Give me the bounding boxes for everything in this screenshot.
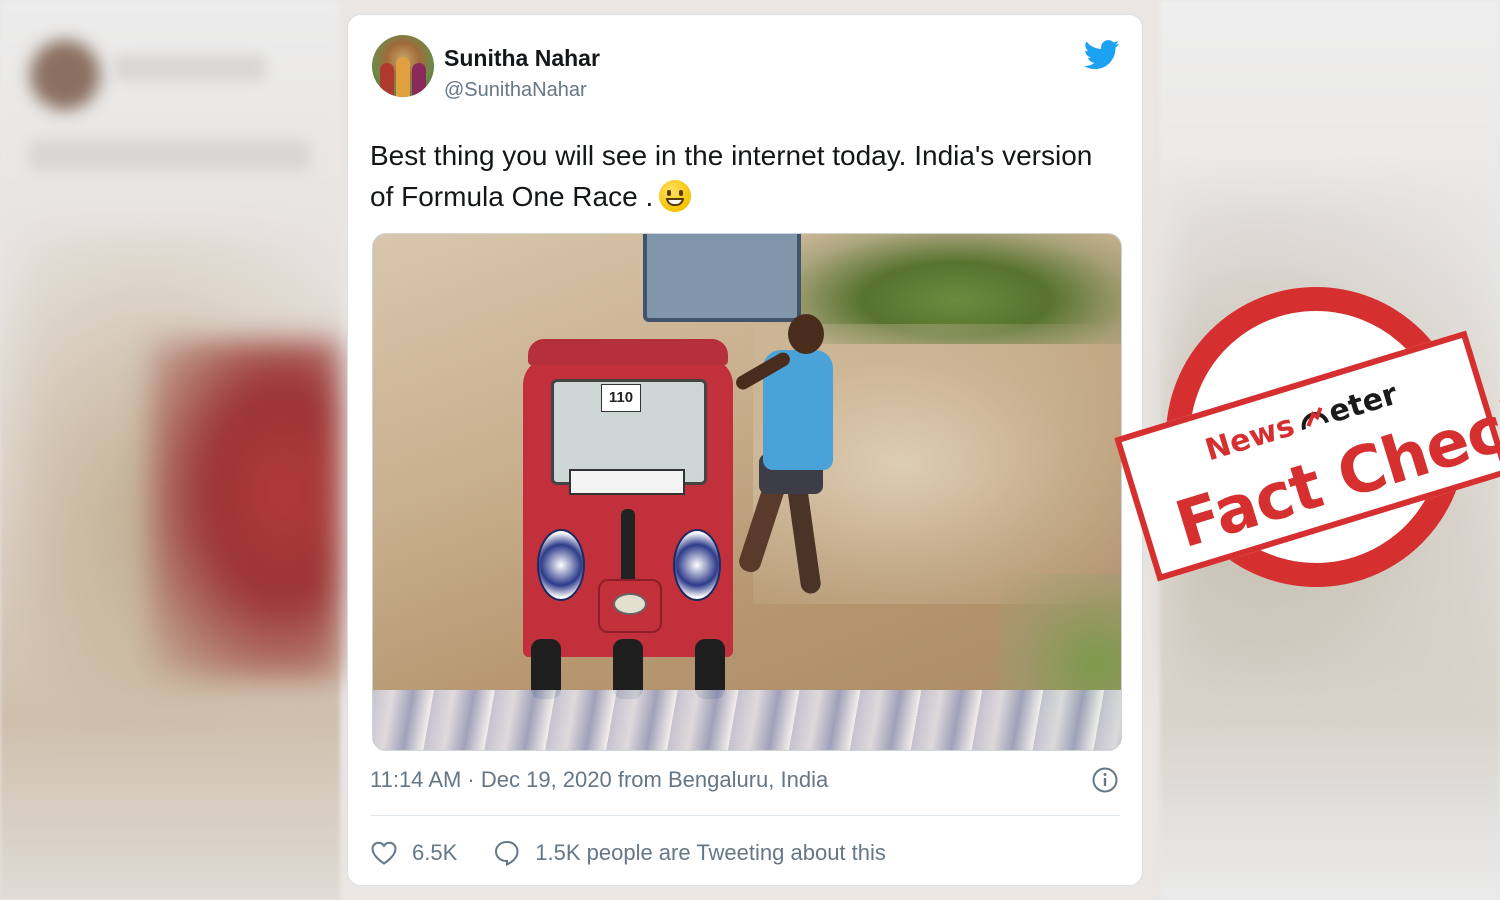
media-barrier-tape <box>373 690 1121 750</box>
tweet-timestamp[interactable]: 11:14 AM · Dec 19, 2020 from Bengaluru, … <box>370 767 828 793</box>
tweet-text: Best thing you will see in the internet … <box>370 135 1110 217</box>
like-count: 6.5K <box>412 840 458 865</box>
tweet-text-line-2-text: of Formula One Race . <box>370 181 654 212</box>
heart-icon <box>371 841 397 865</box>
fact-check-stamp: Newseter Fact Check <box>1114 285 1500 605</box>
blurred-auto-rickshaw <box>150 340 340 680</box>
meter-gauge-icon <box>1295 400 1331 434</box>
blurred-text-bar <box>30 140 310 170</box>
user-handle[interactable]: @SunithaNahar <box>444 79 587 102</box>
reply-button[interactable]: 1.5K people are Tweeting about this <box>493 839 886 867</box>
reply-bubble-icon <box>495 840 519 867</box>
auto-number-plate: 110 <box>601 384 641 412</box>
tweet-media-image[interactable]: 110 <box>372 233 1122 751</box>
media-red-auto-rickshaw: 110 <box>523 339 733 699</box>
display-name[interactable]: Sunitha Nahar <box>444 45 600 72</box>
blurred-background-left <box>0 0 340 900</box>
media-background-auto <box>643 234 801 322</box>
grin-emoji-icon <box>659 180 692 212</box>
blurred-avatar <box>30 40 100 110</box>
tweet-card[interactable]: Sunitha Nahar @SunithaNahar Best thing y… <box>347 14 1143 886</box>
twitter-bird-icon[interactable] <box>1084 39 1120 71</box>
tweet-text-line-1: Best thing you will see in the internet … <box>370 140 1093 171</box>
tweet-actions: 6.5K 1.5K people are Tweeting about this <box>370 838 922 868</box>
like-button[interactable]: 6.5K <box>370 840 457 866</box>
tweet-text-line-2: of Formula One Race . <box>370 176 1110 217</box>
media-person-climbing <box>733 314 843 654</box>
replies-text: 1.5K people are Tweeting about this <box>535 840 886 865</box>
blurred-text-bar <box>115 55 265 81</box>
info-icon[interactable] <box>1092 767 1118 793</box>
user-avatar[interactable] <box>372 35 434 97</box>
divider <box>370 815 1120 816</box>
